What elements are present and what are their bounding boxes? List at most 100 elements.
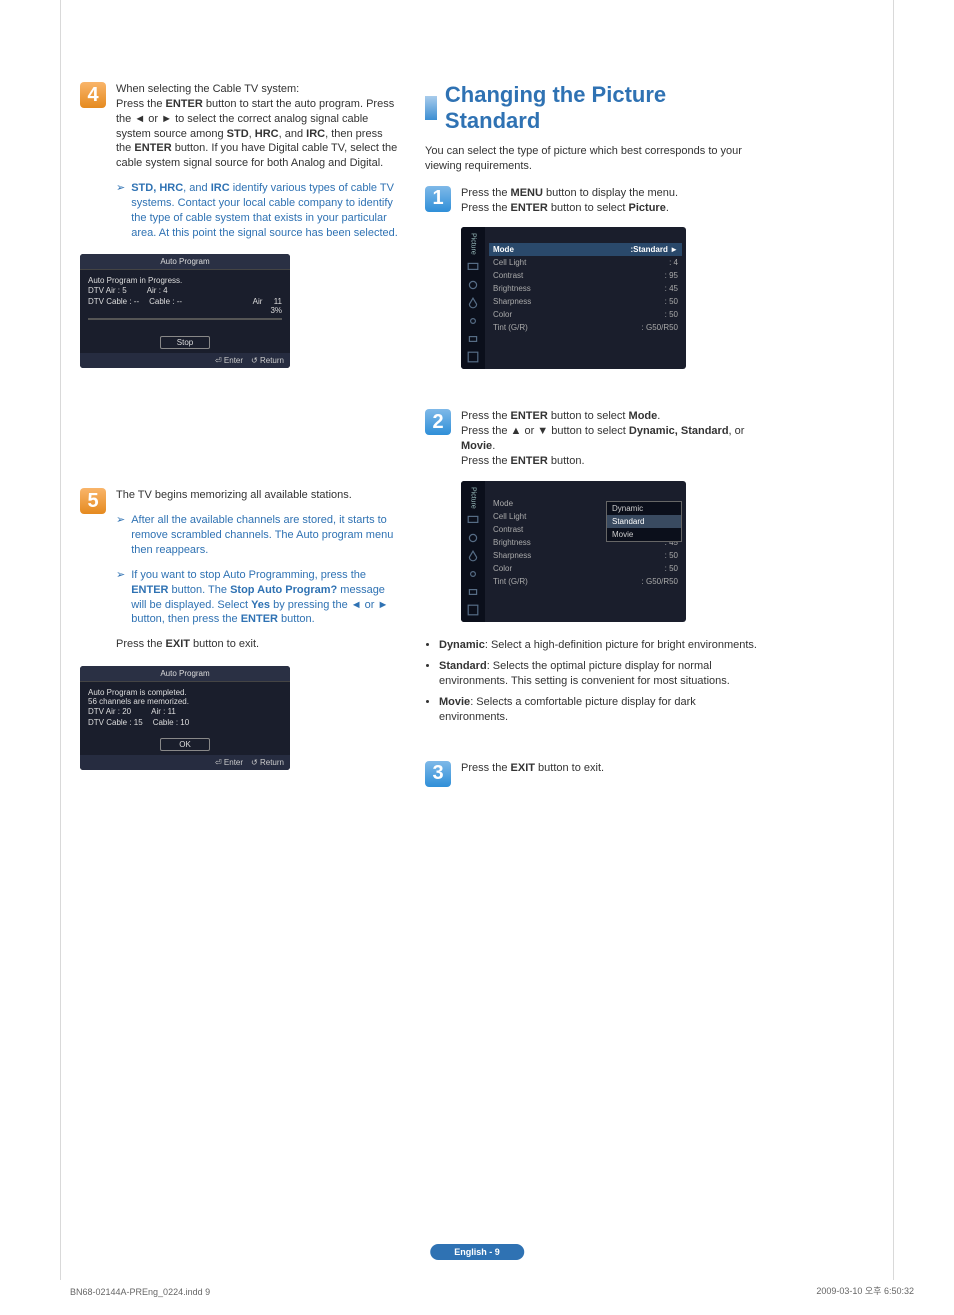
osd-main: Mode:Standard ►Cell Light: 4Contrast: 95… <box>485 227 686 369</box>
l: Press the ENTER button to select Picture… <box>461 201 765 216</box>
t: Stop Auto Program? <box>230 584 337 596</box>
step-number-5: 5 <box>80 488 106 514</box>
mode-popup[interactable]: Dynamic Standard Movie <box>606 501 682 542</box>
desc-dynamic: Dynamic: Select a high-definition pictur… <box>439 638 765 653</box>
t: DTV Air : 5 <box>88 286 127 295</box>
right-column: Changing the Picture Standard You can se… <box>425 82 765 799</box>
l: Press the MENU button to display the men… <box>461 186 765 201</box>
step-5: 5 The TV begins memorizing all available… <box>80 488 400 652</box>
t: Press the <box>116 98 166 110</box>
menu-row[interactable]: Color: 50 <box>493 308 678 321</box>
irc-label: IRC <box>306 128 325 140</box>
sidebar-label: Picture <box>470 233 477 255</box>
step5-line1: The TV begins memorizing all available s… <box>116 488 400 503</box>
gear-icon <box>467 315 479 327</box>
step4-line1: When selecting the Cable TV system: <box>116 82 400 97</box>
hrc-label: HRC <box>255 128 279 140</box>
osd-ok-button[interactable]: OK <box>160 738 210 751</box>
popup-option[interactable]: Movie <box>607 528 681 541</box>
osd-footer: ⏎ Enter ↺ Return <box>80 755 290 770</box>
note-text: After all the available channels are sto… <box>131 513 400 558</box>
enter-hint: ⏎ Enter <box>215 356 243 365</box>
footer-filename: BN68-02144A-PREng_0224.indd 9 <box>70 1287 210 1297</box>
t: Auto Program is completed. <box>88 688 282 697</box>
menu-row[interactable]: Tint (G/R): G50/R50 <box>493 321 678 334</box>
app-icon <box>467 604 479 616</box>
t: , and <box>183 182 211 194</box>
step-number-2: 2 <box>425 409 451 435</box>
section-intro: You can select the type of picture which… <box>425 144 765 174</box>
step4-line2: Press the ENTER button to start the auto… <box>116 97 400 171</box>
left-column: 4 When selecting the Cable TV system: Pr… <box>80 82 400 770</box>
tv-icon <box>467 261 479 273</box>
l: Press the ENTER button. <box>461 454 765 469</box>
menu-row[interactable]: Cell Light: 4 <box>493 256 678 269</box>
step4-note: ➢ STD, HRC, and IRC identify various typ… <box>116 181 400 240</box>
note-text: If you want to stop Auto Programming, pr… <box>131 568 400 627</box>
input-icon <box>467 586 479 598</box>
step5-note1: ➢ After all the available channels are s… <box>116 513 400 558</box>
t: EXIT <box>166 638 190 650</box>
osd-line: Auto Program in Progress. <box>88 276 282 285</box>
note-arrow-icon: ➢ <box>116 513 125 558</box>
menu-row[interactable]: Sharpness: 50 <box>493 549 678 562</box>
l: Press the ▲ or ▼ button to select Dynami… <box>461 424 765 454</box>
osd-row: DTV Air : 20 Air : 11 <box>88 706 282 717</box>
menu-row[interactable]: Sharpness: 50 <box>493 295 678 308</box>
t: If you want to stop Auto Programming, pr… <box>131 569 366 581</box>
t: STD, HRC <box>131 182 183 194</box>
step-3: 3 Press the EXIT button to exit. <box>425 761 765 787</box>
osd-title: Auto Program <box>80 254 290 270</box>
menu-row[interactable]: Brightness: 45 <box>493 282 678 295</box>
enter-label: ENTER <box>134 142 171 154</box>
osd-main: Dynamic Standard Movie ModeCell Light:Co… <box>485 481 686 623</box>
drop-icon <box>467 297 479 309</box>
menu-row[interactable]: Tint (G/R): G50/R50 <box>493 575 678 588</box>
circle-icon <box>467 279 479 291</box>
menu-row[interactable]: Contrast: 95 <box>493 269 678 282</box>
step-number-3: 3 <box>425 761 451 787</box>
t: 56 channels are memorized. <box>88 697 282 706</box>
t: DTV Cable : -- <box>88 297 139 315</box>
osd-row: DTV Air : 5 Air : 4 <box>88 285 282 296</box>
t: DTV Cable : 15 <box>88 718 143 727</box>
step5-note2: ➢ If you want to stop Auto Programming, … <box>116 568 400 627</box>
step-3-body: Press the EXIT button to exit. <box>461 761 765 787</box>
step-2: 2 Press the ENTER button to select Mode.… <box>425 409 765 468</box>
app-icon <box>467 351 479 363</box>
osd-sidebar: Picture <box>461 481 485 623</box>
osd-body: Auto Program is completed. 56 channels a… <box>80 682 290 734</box>
t: button to exit. <box>190 638 259 650</box>
step5-exit: Press the EXIT button to exit. <box>116 637 400 652</box>
step-5-body: The TV begins memorizing all available s… <box>116 488 400 652</box>
std-label: STD <box>227 128 249 140</box>
step-4-body: When selecting the Cable TV system: Pres… <box>116 82 400 240</box>
t: Press the <box>116 638 166 650</box>
osd-row: DTV Cable : 15 Cable : 10 <box>88 717 282 728</box>
menu-row[interactable]: Mode:Standard ► <box>489 243 682 256</box>
osd-row: DTV Cable : -- Cable : -- Air 113% <box>88 296 282 316</box>
t: button. The <box>169 584 231 596</box>
popup-option[interactable]: Dynamic <box>607 502 681 515</box>
page-number-badge: English - 9 <box>430 1244 524 1260</box>
osd-auto-program-complete: Auto Program Auto Program is completed. … <box>80 666 290 770</box>
t: Cable : 10 <box>153 718 189 727</box>
t: Air : 11 <box>151 707 176 716</box>
progress-bar <box>88 318 282 320</box>
enter-label: ENTER <box>166 98 203 110</box>
step-number-4: 4 <box>80 82 106 108</box>
t: Air : 4 <box>147 286 168 295</box>
note-text: STD, HRC, and IRC identify various types… <box>131 181 400 240</box>
drop-icon <box>467 550 479 562</box>
popup-option-selected[interactable]: Standard <box>607 515 681 528</box>
circle-icon <box>467 532 479 544</box>
t: 113% <box>270 297 282 315</box>
note-arrow-icon: ➢ <box>116 181 125 240</box>
osd-body: Auto Program in Progress. DTV Air : 5 Ai… <box>80 270 290 332</box>
osd-title: Auto Program <box>80 666 290 682</box>
osd-stop-button[interactable]: Stop <box>160 336 210 349</box>
t: IRC <box>211 182 230 194</box>
osd-sidebar: Picture <box>461 227 485 369</box>
osd-picture-menu-2: Picture Dynamic Standard Movie ModeCell … <box>461 481 686 623</box>
menu-row[interactable]: Color: 50 <box>493 562 678 575</box>
